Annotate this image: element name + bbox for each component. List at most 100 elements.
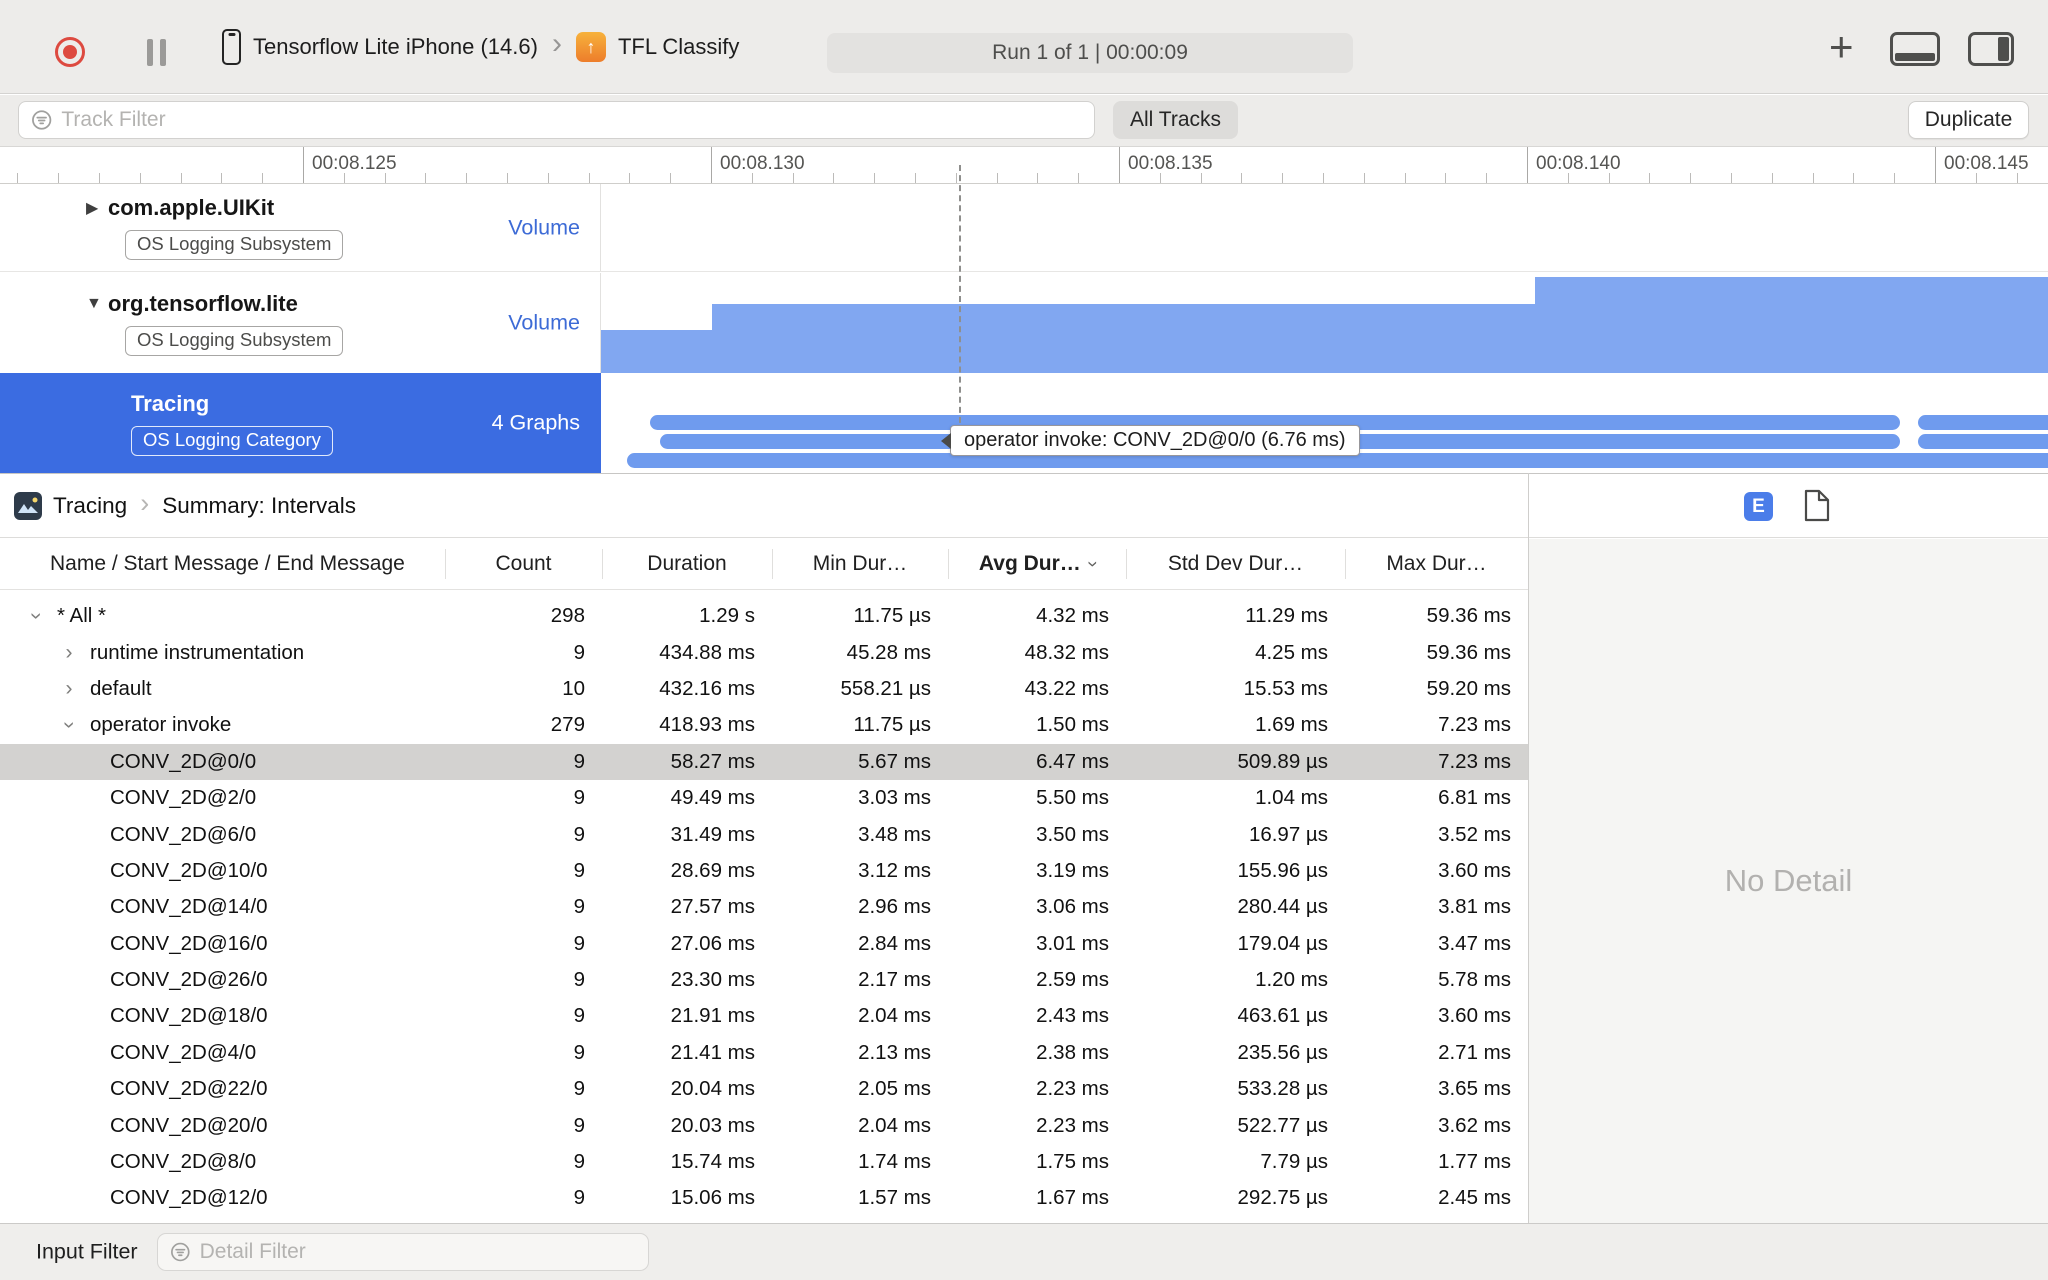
interval-graph[interactable] bbox=[601, 373, 2048, 473]
column-header-count[interactable]: Count bbox=[445, 539, 602, 589]
playhead-line[interactable] bbox=[959, 165, 961, 433]
ruler-tick bbox=[507, 173, 508, 183]
ruler-tick bbox=[1282, 173, 1284, 183]
row-max: 5.78 ms bbox=[1438, 968, 1511, 992]
row-duration: 20.04 ms bbox=[670, 1077, 755, 1101]
extended-detail-button[interactable]: E bbox=[1744, 492, 1773, 521]
row-count: 9 bbox=[573, 1077, 585, 1101]
volume-area-chart[interactable] bbox=[601, 273, 2048, 373]
disclosure-collapsed-icon[interactable]: › bbox=[57, 677, 81, 701]
ruler-tick bbox=[1363, 173, 1365, 183]
row-name: CONV_2D@16/0 bbox=[110, 931, 268, 955]
breadcrumb-leaf[interactable]: Summary: Intervals bbox=[162, 493, 356, 519]
row-std: 292.75 µs bbox=[1237, 1186, 1328, 1210]
row-duration: 21.41 ms bbox=[670, 1040, 755, 1064]
row-duration: 58.27 ms bbox=[670, 749, 755, 773]
track-label[interactable]: ▼ org.tensorflow.lite OS Logging Subsyst… bbox=[0, 273, 601, 373]
disclosure-expanded-icon[interactable]: › bbox=[57, 713, 81, 737]
disclosure-collapsed-icon[interactable]: › bbox=[57, 641, 81, 665]
row-min: 1.57 ms bbox=[858, 1186, 931, 1210]
row-duration: 31.49 ms bbox=[670, 822, 755, 846]
input-filter-label[interactable]: Input Filter bbox=[36, 1240, 138, 1265]
detail-filter-input[interactable] bbox=[199, 1240, 636, 1264]
row-duration: 434.88 ms bbox=[659, 640, 755, 664]
column-header-duration[interactable]: Duration bbox=[602, 539, 772, 589]
row-avg: 2.23 ms bbox=[1036, 1077, 1109, 1101]
ruler-tick bbox=[139, 173, 141, 183]
interval-tooltip: operator invoke: CONV_2D@0/0 (6.76 ms) bbox=[950, 425, 1360, 456]
breadcrumb-root[interactable]: Tracing bbox=[53, 493, 127, 519]
table-row[interactable]: › runtime instrumentation 9 434.88 ms 45.28 … bbox=[0, 634, 1528, 670]
track-plot[interactable] bbox=[601, 184, 2048, 271]
ruler-tick bbox=[833, 173, 835, 183]
pane-divider[interactable] bbox=[1528, 473, 1529, 1223]
row-count: 9 bbox=[573, 1186, 585, 1210]
row-duration: 27.06 ms bbox=[670, 931, 755, 955]
ruler-tick bbox=[221, 173, 223, 183]
ruler-tick bbox=[915, 173, 916, 183]
table-row[interactable]: › operator invoke 279 418.93 ms 11.75 µs 1.50… bbox=[0, 707, 1528, 743]
add-instrument-button[interactable]: + bbox=[1829, 26, 1854, 68]
ruler-tick bbox=[303, 147, 304, 183]
toggle-bottom-pane-button[interactable] bbox=[1890, 32, 1940, 66]
toggle-right-pane-button[interactable] bbox=[1968, 32, 2014, 66]
track-label-selected[interactable]: Tracing OS Logging Category 4 Graphs bbox=[0, 373, 601, 473]
table-row[interactable]: CONV_2D@26/0 9 23.30 ms 2.17 ms 2.59 ms 1.20 … bbox=[0, 962, 1528, 998]
row-name-cell: CONV_2D@22/0 bbox=[0, 1077, 445, 1101]
table-row[interactable]: CONV_2D@16/0 9 27.06 ms 2.84 ms 3.01 ms 179.0… bbox=[0, 926, 1528, 962]
track-row-tracing[interactable]: Tracing OS Logging Category 4 Graphs bbox=[0, 373, 2048, 473]
sort-chevron-icon: › bbox=[1081, 560, 1103, 568]
table-row[interactable]: CONV_2D@20/0 9 20.03 ms 2.04 ms 2.23 ms 522.7… bbox=[0, 1107, 1528, 1143]
row-min: 2.13 ms bbox=[858, 1040, 931, 1064]
table-row[interactable]: CONV_2D@18/0 9 21.91 ms 2.04 ms 2.43 ms 463.6… bbox=[0, 998, 1528, 1034]
table-row[interactable]: CONV_2D@14/0 9 27.57 ms 2.96 ms 3.06 ms 280.4… bbox=[0, 889, 1528, 925]
row-min: 2.05 ms bbox=[858, 1077, 931, 1101]
track-filter-input[interactable] bbox=[61, 108, 1082, 132]
column-header-max[interactable]: Max Dur… bbox=[1345, 539, 1528, 589]
table-row[interactable]: CONV_2D@6/0 9 31.49 ms 3.48 ms 3.50 ms 16.97 … bbox=[0, 816, 1528, 852]
time-ruler[interactable]: 00:08.125 00:08.130 00:08.135 00:08.140 00:0… bbox=[0, 146, 2048, 184]
disclosure-expanded-icon[interactable]: ▼ bbox=[86, 295, 108, 313]
table-header: Name / Start Message / End Message Count… bbox=[0, 539, 1528, 590]
table-row[interactable]: › * All * 298 1.29 s 11.75 µs 4.32 ms 11.29 ms… bbox=[0, 598, 1528, 634]
row-std: 533.28 µs bbox=[1237, 1077, 1328, 1101]
ruler-tick bbox=[588, 173, 590, 183]
disclosure-expanded-icon[interactable]: › bbox=[24, 604, 48, 628]
row-avg: 1.67 ms bbox=[1036, 1186, 1109, 1210]
ruler-tick bbox=[547, 173, 549, 183]
column-header-stddev[interactable]: Std Dev Dur… bbox=[1126, 539, 1345, 589]
volume-area-segment bbox=[1535, 277, 2048, 373]
target-selector[interactable]: Tensorflow Lite iPhone (14.6) › ↑ TFL Cl… bbox=[222, 0, 739, 94]
detail-filter-field[interactable] bbox=[157, 1233, 649, 1271]
track-filter-field[interactable] bbox=[18, 101, 1095, 139]
table-row[interactable]: CONV_2D@10/0 9 28.69 ms 3.12 ms 3.19 ms 155.9… bbox=[0, 853, 1528, 889]
pause-button[interactable] bbox=[147, 39, 169, 66]
track-label[interactable]: ▶ com.apple.UIKit OS Logging Subsystem V… bbox=[0, 184, 601, 271]
row-std: 179.04 µs bbox=[1237, 931, 1328, 955]
interval-bar[interactable] bbox=[1918, 415, 2048, 430]
disclosure-collapsed-icon[interactable]: ▶ bbox=[86, 198, 108, 218]
track-row-uikit[interactable]: ▶ com.apple.UIKit OS Logging Subsystem V… bbox=[0, 184, 2048, 272]
table-row[interactable]: CONV_2D@22/0 9 20.04 ms 2.05 ms 2.23 ms 533.2… bbox=[0, 1071, 1528, 1107]
all-tracks-button[interactable]: All Tracks bbox=[1113, 101, 1239, 139]
table-row[interactable]: › default 10 432.16 ms 558.21 µs 43.22 ms 15.5… bbox=[0, 671, 1528, 707]
duplicate-button[interactable]: Duplicate bbox=[1908, 101, 2029, 139]
table-row[interactable]: CONV_2D@4/0 9 21.41 ms 2.13 ms 2.38 ms 235.56… bbox=[0, 1035, 1528, 1071]
interval-bar[interactable] bbox=[1918, 434, 2048, 449]
table-row[interactable]: CONV_2D@8/0 9 15.74 ms 1.74 ms 1.75 ms 7.79 µ… bbox=[0, 1144, 1528, 1180]
column-header-min[interactable]: Min Dur… bbox=[772, 539, 948, 589]
column-header-name[interactable]: Name / Start Message / End Message bbox=[0, 539, 445, 589]
record-button[interactable] bbox=[55, 37, 85, 67]
row-name: CONV_2D@0/0 bbox=[110, 749, 257, 773]
column-header-avg-sorted[interactable]: Avg Dur… › bbox=[948, 539, 1126, 589]
chevron-right-icon: › bbox=[140, 487, 150, 518]
table-row[interactable]: CONV_2D@12/0 9 15.06 ms 1.57 ms 1.67 ms 292.7… bbox=[0, 1180, 1528, 1216]
row-max: 1.77 ms bbox=[1438, 1150, 1511, 1174]
document-button[interactable] bbox=[1804, 489, 1830, 525]
ruler-tick bbox=[1649, 173, 1651, 183]
table-row[interactable]: CONV_2D@0/0 9 58.27 ms 5.67 ms 6.47 ms 509.89… bbox=[0, 743, 1528, 780]
row-name: CONV_2D@26/0 bbox=[110, 968, 268, 992]
track-row-tensorflow[interactable]: ▼ org.tensorflow.lite OS Logging Subsyst… bbox=[0, 273, 2048, 373]
row-count: 279 bbox=[550, 713, 585, 737]
table-row[interactable]: CONV_2D@2/0 9 49.49 ms 3.03 ms 5.50 ms 1.04 m… bbox=[0, 780, 1528, 816]
